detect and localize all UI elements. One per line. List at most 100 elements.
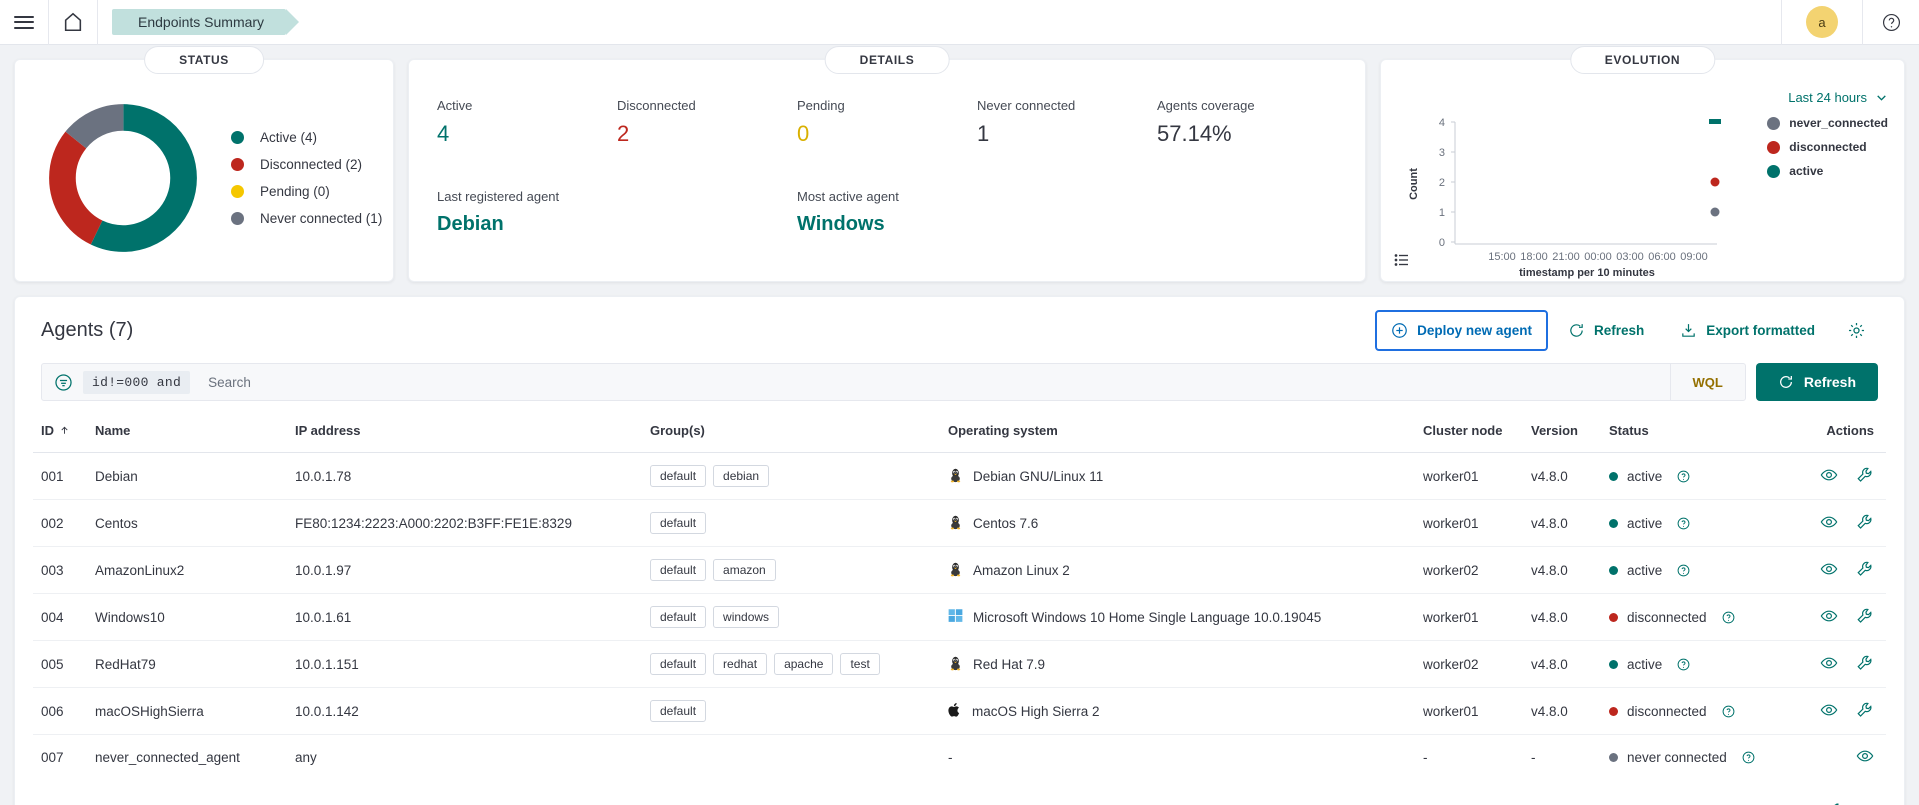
cell-name[interactable]: RedHat79 <box>91 640 291 688</box>
table-row[interactable]: 006 macOSHighSierra 10.0.1.142 default macOS… <box>33 687 1886 735</box>
group-chip[interactable]: default <box>650 465 707 487</box>
group-chip[interactable]: windows <box>713 606 780 628</box>
evolution-legend-active[interactable]: active <box>1767 164 1888 178</box>
operating-system-label: Debian GNU/Linux 11 <box>973 468 1104 484</box>
group-chip[interactable]: default <box>650 559 707 581</box>
group-chip[interactable]: test <box>840 653 880 675</box>
status-help-icon[interactable] <box>1677 470 1690 483</box>
cell-name[interactable]: Debian <box>91 452 291 500</box>
most-active-label: Most active agent <box>797 189 899 204</box>
group-chip[interactable]: default <box>650 512 707 534</box>
status-help-icon[interactable] <box>1677 658 1690 671</box>
agents-title: Agents (7) <box>41 318 134 341</box>
eye-action-button[interactable] <box>1820 466 1838 484</box>
cell-groups: default <box>646 687 944 735</box>
status-dot-icon <box>1609 753 1618 762</box>
stat-active[interactable]: Active 4 <box>437 98 617 147</box>
stat-pending[interactable]: Pending 0 <box>797 98 977 147</box>
breadcrumb-label[interactable]: Endpoints Summary <box>112 9 300 35</box>
evolution-legend-never-connected[interactable]: never_connected <box>1767 116 1888 130</box>
wrench-icon <box>1857 608 1872 623</box>
home-icon[interactable] <box>49 0 97 45</box>
most-active-value[interactable]: Windows <box>797 213 1157 236</box>
wrench-action-button[interactable] <box>1856 513 1874 531</box>
column-header-groups[interactable]: Group(s) <box>646 413 944 453</box>
eye-action-button[interactable] <box>1820 560 1838 578</box>
group-chip[interactable]: amazon <box>713 559 776 581</box>
column-header-operating-system[interactable]: Operating system <box>944 413 1419 453</box>
table-row[interactable]: 005 RedHat79 10.0.1.151 default redhat apache… <box>33 640 1886 688</box>
refresh-link-button[interactable]: Refresh <box>1552 310 1660 351</box>
column-header-version[interactable]: Version <box>1527 413 1605 453</box>
time-range-selector[interactable]: Last 24 hours <box>1788 90 1888 105</box>
group-chip[interactable]: default <box>650 700 707 722</box>
wrench-action-button[interactable] <box>1856 560 1874 578</box>
eye-action-button[interactable] <box>1820 654 1838 672</box>
operating-system-label: - <box>948 750 953 765</box>
evolution-legend-disconnected[interactable]: disconnected <box>1767 140 1888 154</box>
cell-name[interactable]: Centos <box>91 499 291 547</box>
search-filter-chip[interactable]: id!=000 and <box>83 370 191 394</box>
gear-icon[interactable] <box>1835 311 1878 350</box>
column-header-ip-address[interactable]: IP address <box>291 413 646 453</box>
stat-never-connected[interactable]: Never connected 1 <box>977 98 1157 147</box>
hamburger-menu-icon[interactable] <box>0 0 48 45</box>
eye-action-button[interactable] <box>1820 513 1838 531</box>
deploy-new-agent-button[interactable]: Deploy new agent <box>1375 309 1548 351</box>
filter-icon[interactable] <box>54 373 73 392</box>
legend-item-disconnected[interactable]: Disconnected (2) <box>231 157 382 172</box>
table-row[interactable]: 004 Windows10 10.0.1.61 default windows Micro… <box>33 593 1886 641</box>
page-number-1[interactable]: 1 <box>1833 801 1841 805</box>
cell-ip-address: any <box>295 750 317 765</box>
cell-name[interactable]: Windows10 <box>91 593 291 641</box>
cell-name[interactable]: macOSHighSierra <box>91 687 291 735</box>
avatar-initial[interactable]: a <box>1806 6 1838 38</box>
status-dot-icon <box>1609 659 1618 669</box>
status-help-icon[interactable] <box>1742 751 1755 764</box>
table-row[interactable]: 001 Debian 10.0.1.78 default debian Debian GN… <box>33 452 1886 500</box>
eye-action-button[interactable] <box>1820 701 1838 719</box>
column-header-status[interactable]: Status <box>1605 413 1800 453</box>
eye-action-button[interactable] <box>1856 747 1874 765</box>
group-chip[interactable]: default <box>650 653 707 675</box>
list-view-icon[interactable] <box>1391 249 1413 271</box>
eye-icon <box>1820 610 1838 621</box>
breadcrumb[interactable]: Endpoints Summary <box>98 9 300 35</box>
column-header-name[interactable]: Name <box>91 413 291 453</box>
table-row[interactable]: 002 Centos FE80:1234:2223:A000:2202:B3FF:F… <box>33 499 1886 547</box>
stat-disconnected[interactable]: Disconnected 2 <box>617 98 797 147</box>
last-registered-value[interactable]: Debian <box>437 213 797 236</box>
refresh-button[interactable]: Refresh <box>1755 363 1878 401</box>
column-header-cluster-node[interactable]: Cluster node <box>1419 413 1527 453</box>
cell-name[interactable]: never_connected_agent <box>91 735 291 781</box>
legend-item-never-connected[interactable]: Never connected (1) <box>231 211 382 226</box>
status-help-icon[interactable] <box>1677 517 1690 530</box>
wrench-action-button[interactable] <box>1856 466 1874 484</box>
wrench-action-button[interactable] <box>1856 701 1874 719</box>
legend-item-active[interactable]: Active (4) <box>231 130 382 145</box>
column-header-id[interactable]: ID <box>33 413 91 453</box>
status-help-icon[interactable] <box>1722 705 1735 718</box>
export-formatted-button[interactable]: Export formatted <box>1664 310 1831 351</box>
search-input[interactable]: id!=000 and Search WQL <box>41 363 1746 401</box>
help-circle-icon[interactable] <box>1863 0 1919 45</box>
group-chip[interactable]: default <box>650 606 707 628</box>
status-help-icon[interactable] <box>1677 564 1690 577</box>
status-help-icon[interactable] <box>1722 611 1735 624</box>
cell-version: v4.8.0 <box>1527 499 1605 547</box>
wql-badge[interactable]: WQL <box>1669 364 1745 400</box>
svg-text:09:00: 09:00 <box>1680 251 1708 263</box>
group-chip[interactable]: redhat <box>713 653 768 675</box>
cell-status: active <box>1605 452 1800 500</box>
table-row[interactable]: 003 AmazonLinux2 10.0.1.97 default amazon Ama… <box>33 546 1886 594</box>
eye-action-button[interactable] <box>1820 607 1838 625</box>
avatar[interactable]: a <box>1782 0 1862 45</box>
group-chip[interactable]: apache <box>774 653 834 675</box>
legend-item-pending[interactable]: Pending (0) <box>231 184 382 199</box>
group-chip[interactable]: debian <box>713 465 770 487</box>
cell-name[interactable]: AmazonLinux2 <box>91 546 291 594</box>
wrench-action-button[interactable] <box>1856 654 1874 672</box>
wrench-action-button[interactable] <box>1856 607 1874 625</box>
cell-groups: default redhat apache test <box>646 640 944 688</box>
table-row[interactable]: 007 never_connected_agent any - - - never conn… <box>33 735 1886 781</box>
